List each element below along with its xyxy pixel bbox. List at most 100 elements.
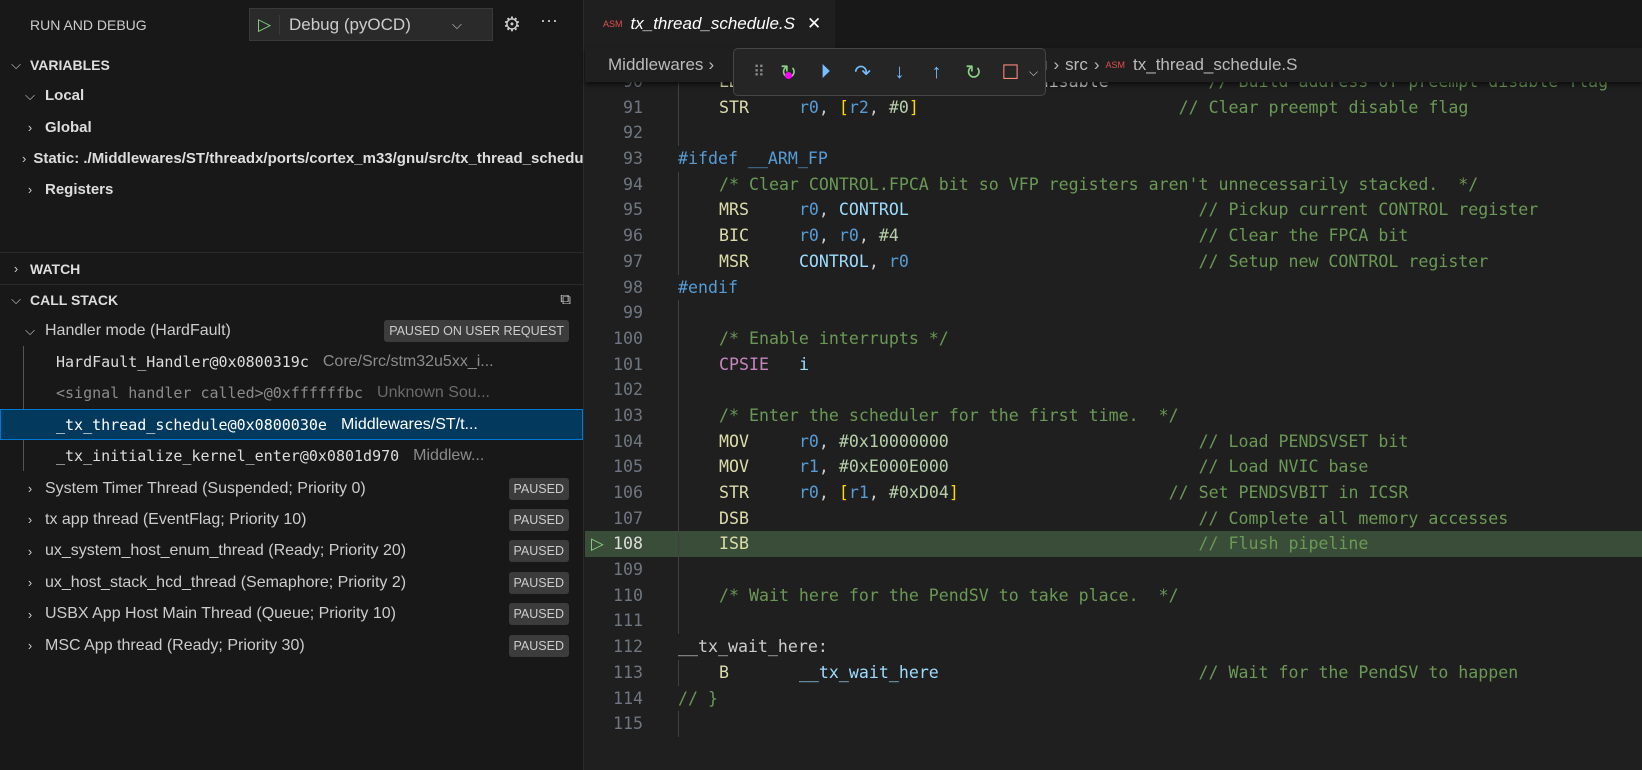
code-text: // }	[678, 688, 718, 708]
indent-guide	[678, 505, 679, 532]
code-text: /* Enter the scheduler for the first tim…	[719, 405, 1179, 425]
indent-guide	[678, 171, 679, 198]
code-line: 93 #ifdef __ARM_FP	[585, 146, 1642, 172]
chevron-down-icon[interactable]: ⌵	[1029, 65, 1038, 80]
thread-item[interactable]: › tx app thread (EventFlag; Priority 10) P…	[0, 504, 583, 535]
line-number: 101	[613, 354, 643, 374]
line-number: 114	[613, 688, 643, 708]
chevron-right-icon: ›	[13, 261, 19, 276]
code-line: 103 /* Enter the scheduler for the first …	[585, 402, 1642, 429]
line-number: 100	[613, 328, 643, 348]
chevron-right-icon: ›	[27, 182, 33, 197]
close-icon[interactable]: ✕	[807, 14, 821, 34]
code-text: BIC r0, r0, #4 // Clear the FPCA bit	[719, 226, 1409, 246]
start-debugging-icon[interactable]: ▷	[250, 14, 280, 35]
collapse-all-icon[interactable]: ⧉	[560, 291, 571, 308]
status-badge: PAUSED	[508, 477, 569, 500]
status-badge: PAUSED ON USER REQUEST	[384, 319, 569, 342]
code-text: /* Clear CONTROL.FPCA bit so VFP registe…	[719, 174, 1479, 194]
code-text: #ifdef __ARM_FP	[678, 149, 828, 169]
thread-item[interactable]: › System Timer Thread (Suspended; Priorit…	[0, 473, 583, 504]
thread-item[interactable]: › USBX App Host Main Thread (Queue; Prior…	[0, 599, 583, 630]
line-number: 99	[623, 303, 643, 323]
variable-scope-global[interactable]: › Global	[0, 112, 583, 143]
code-line: 92	[585, 120, 1642, 147]
step-into-icon[interactable]: ↓	[881, 61, 918, 84]
line-number: 111	[613, 611, 643, 631]
indent-guide	[678, 120, 679, 147]
stack-frame[interactable]: <signal handler called>@0xffffffbc Unknow…	[0, 377, 583, 408]
code-text: B __tx_wait_here // Wait for the PendSV …	[719, 662, 1519, 682]
line-number: 104	[613, 431, 643, 451]
variable-scope-static[interactable]: › Static: ./Middlewares/ST/threadx/ports/…	[0, 143, 583, 174]
code-line: 96 BIC r0, r0, #4 // Clear the FPCA bit	[585, 223, 1642, 249]
line-number: 105	[613, 457, 643, 477]
breadcrumb-item[interactable]: src	[1065, 55, 1088, 75]
indent-guide	[678, 428, 679, 455]
chevron-down-icon: ⌵	[452, 16, 462, 32]
restart-icon[interactable]: ↻	[955, 60, 992, 85]
code-line: 106 STR r0, [r1, #0xD04] // Set PENDSVBIT…	[585, 480, 1642, 506]
step-out-icon[interactable]: ↑	[918, 61, 955, 84]
variables-section-header[interactable]: ⌵ VARIABLES	[0, 49, 583, 80]
code-line: 111	[585, 608, 1642, 635]
status-badge: PAUSED	[508, 603, 569, 626]
chevron-right-icon: ›	[27, 638, 33, 653]
code-text: __tx_wait_here:	[678, 637, 828, 657]
current-line-arrow-icon: ▷	[591, 534, 604, 554]
call-stack-section-header[interactable]: ⌵ CALL STACK ⧉	[0, 284, 583, 315]
variable-scope-local[interactable]: ⌵ Local	[0, 80, 583, 111]
stack-frame[interactable]: _tx_initialize_kernel_enter@0x0801d970 Mi…	[0, 440, 583, 471]
asm-file-icon: ASM	[1105, 60, 1126, 70]
indent-guide	[678, 223, 679, 249]
chevron-right-icon: ›	[27, 606, 33, 622]
line-number: 95	[623, 200, 643, 220]
code-text: CPSIE i	[719, 354, 809, 374]
gear-icon[interactable]: ⚙	[503, 12, 521, 37]
code-line: 94 /* Clear CONTROL.FPCA bit so VFP regis…	[585, 171, 1642, 198]
code-text: DSB // Complete all memory accesses	[719, 508, 1509, 528]
chevron-down-icon: ⌵	[25, 322, 35, 338]
indent-guide	[678, 94, 679, 121]
line-number: 102	[613, 380, 643, 400]
chevron-right-icon: ›	[27, 120, 33, 135]
code-text: MOV r1, #0xE000E000 // Load NVIC base	[719, 457, 1369, 477]
debug-config-select[interactable]: ▷ Debug (pyOCD) ⌵	[249, 8, 493, 41]
tab-tx-thread-schedule[interactable]: ASM tx_thread_schedule.S ✕	[585, 0, 835, 48]
indent-guide	[678, 531, 679, 558]
drag-handle-icon[interactable]: ⠿	[748, 62, 770, 82]
code-line: 113 B __tx_wait_here // Wait for the Pend…	[585, 659, 1642, 686]
line-number: 106	[613, 483, 643, 502]
breadcrumb-item[interactable]: tx_thread_schedule.S	[1133, 55, 1297, 75]
thread-item[interactable]: › ux_system_host_enum_thread (Ready; Prio…	[0, 536, 583, 567]
chevron-right-icon: ›	[22, 151, 27, 166]
handler-mode-thread[interactable]: ⌵ Handler mode (HardFault) PAUSED ON USER …	[0, 315, 583, 346]
chevron-right-icon: ›	[27, 512, 33, 528]
indent-guide	[678, 377, 679, 403]
line-number: 103	[613, 405, 643, 425]
watch-section-header[interactable]: › WATCH	[0, 253, 583, 284]
breadcrumb-item[interactable]: Middlewares	[608, 55, 703, 75]
step-over-icon[interactable]: ↷	[844, 60, 881, 85]
editor: ASMtx_thread_schedule.S✕ Middlewares› gn…	[585, 0, 1642, 770]
chevron-down-icon: ⌵	[25, 87, 35, 103]
more-actions-icon[interactable]: ···	[540, 10, 558, 31]
stack-frame-selected[interactable]: _tx_thread_schedule@0x0800030e Middleware…	[0, 409, 583, 440]
code-text: MSR CONTROL, r0 // Setup new CONTROL reg…	[719, 251, 1489, 271]
thread-item[interactable]: › MSC App thread (Ready; Priority 30) PAUS…	[0, 630, 583, 661]
indent-guide	[678, 557, 679, 583]
stack-frame[interactable]: HardFault_Handler@0x0800319c Core/Src/stm…	[0, 346, 583, 377]
continue-icon[interactable]: ⏵	[807, 61, 844, 84]
indent-guide	[678, 480, 679, 506]
variable-scope-registers[interactable]: › Registers	[0, 174, 583, 205]
line-number: 93	[623, 149, 643, 169]
code-line: 104 MOV r0, #0x10000000 // Load PENDSVSET…	[585, 428, 1642, 455]
code-area[interactable]: 90LDR r2, =_tx_thread_preempt_disable //…	[585, 69, 1642, 737]
restart-frame-icon[interactable]: ↻	[770, 60, 807, 85]
stop-icon[interactable]: ☐	[992, 60, 1029, 85]
code-text: ISB // Flush pipeline	[719, 534, 1369, 554]
thread-item[interactable]: › ux_host_stack_hcd_thread (Semaphore; Pr…	[0, 567, 583, 598]
indent-guide	[678, 197, 679, 224]
code-line: 100 /* Enable interrupts */	[585, 325, 1642, 352]
chevron-down-icon: ⌵	[11, 291, 21, 307]
